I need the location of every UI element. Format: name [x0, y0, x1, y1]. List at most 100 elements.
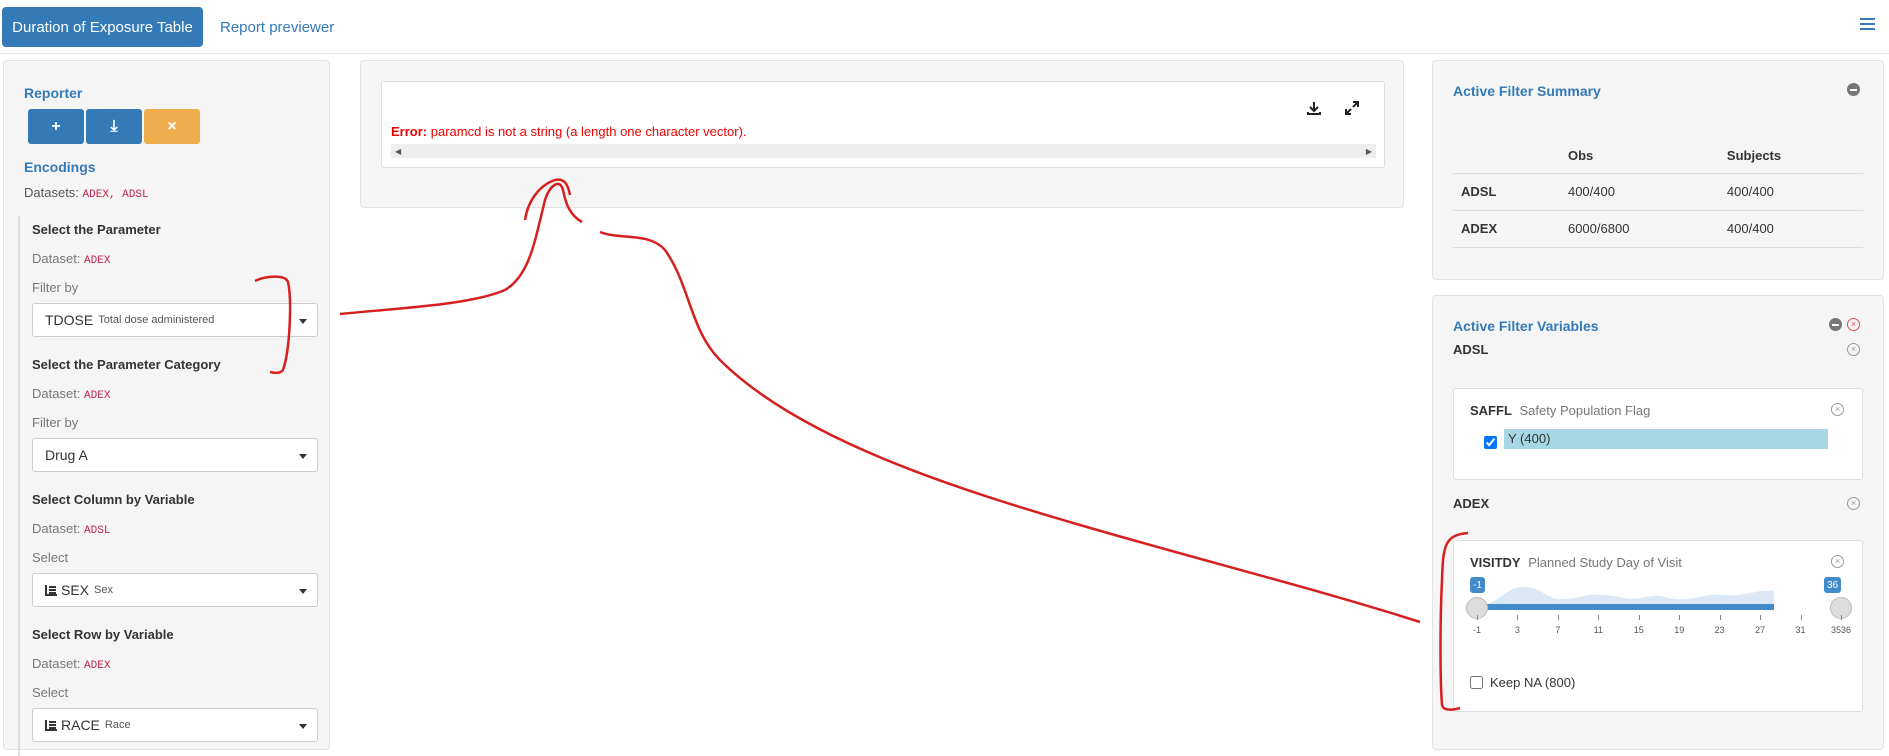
error-text: paramcd is not a string (a length one ch…: [430, 124, 747, 139]
caret-down-icon: [299, 589, 307, 594]
section-title: Select Row by Variable: [32, 627, 174, 642]
saffl-name: SAFFL: [1470, 403, 1512, 418]
filter-label: Select: [32, 685, 69, 700]
select-sub: Total dose administered: [98, 314, 215, 326]
slider-tick: [1679, 615, 1681, 620]
tab-report-previewer[interactable]: Report previewer: [220, 7, 334, 47]
dataset-value: ADSL: [84, 525, 111, 537]
add-card-button[interactable]: +: [28, 109, 84, 144]
top-navbar: Duration of Exposure Table Report previe…: [0, 0, 1889, 54]
remove-visitdy-icon[interactable]: ×: [1831, 555, 1844, 568]
slider-tick-label: 23: [1714, 625, 1725, 635]
slider-tick: [1760, 615, 1762, 620]
dataset-line: Dataset: ADEX: [32, 386, 110, 402]
parameter-category-select[interactable]: Drug A: [32, 438, 318, 472]
download-report-button[interactable]: ⤓: [86, 109, 142, 144]
output-panel: Error: paramcd is not a string (a length…: [360, 60, 1404, 208]
adex-dataset-label: ADEX: [1453, 496, 1490, 511]
download-icon[interactable]: [1306, 100, 1322, 116]
filter-variables-panel: Active Filter Variables × ADSL × SAFFL S…: [1432, 295, 1884, 750]
slider-tick-label: 3: [1514, 625, 1520, 635]
encodings-title[interactable]: Encodings: [24, 159, 96, 175]
saffl-y-option[interactable]: Y (400): [1504, 429, 1828, 449]
slider-tick: [1598, 615, 1600, 620]
filter-label: Select: [32, 550, 69, 565]
slider-tick-label: 27: [1755, 625, 1766, 635]
parameter-category-section: Select the Parameter Category Dataset: A…: [18, 351, 324, 486]
row-subjects: 400/400: [1718, 210, 1863, 248]
plus-icon: +: [51, 117, 61, 135]
caret-down-icon: [299, 319, 307, 324]
slider-tick: [1800, 615, 1802, 620]
slider-tick-label: 7: [1555, 625, 1561, 635]
column-variable-select[interactable]: SEX Sex: [32, 573, 318, 607]
datasets-label: Datasets:: [24, 185, 79, 200]
section-title: Select the Parameter Category: [32, 357, 221, 372]
visitdy-range-track[interactable]: [1476, 604, 1774, 610]
scroll-right-icon[interactable]: ▶: [1366, 147, 1372, 156]
menu-icon[interactable]: [1860, 18, 1875, 31]
saffl-filter-card: SAFFL Safety Population Flag × Y (400): [1453, 388, 1863, 480]
filter-label: Filter by: [32, 280, 79, 295]
filter-variables-title[interactable]: Active Filter Variables: [1453, 318, 1599, 334]
parameter-select[interactable]: TDOSE Total dose administered: [32, 303, 318, 337]
error-label: Error:: [391, 124, 428, 139]
filter-summary-title[interactable]: Active Filter Summary: [1453, 83, 1601, 99]
dataset-label: Dataset:: [32, 251, 81, 266]
saffl-y-checkbox[interactable]: [1484, 436, 1497, 449]
collapse-icon[interactable]: [1829, 318, 1842, 331]
section-title: Select the Parameter: [32, 222, 161, 237]
close-icon: ×: [167, 117, 177, 135]
caret-down-icon: [299, 454, 307, 459]
parameter-section: Select the Parameter Dataset: ADEX Filte…: [18, 216, 324, 351]
table-header-row: Obs Subjects: [1453, 139, 1863, 174]
slider-tick: [1638, 615, 1640, 620]
horizontal-scrollbar[interactable]: ◀ ▶: [391, 144, 1376, 158]
dataset-value: ADEX: [84, 390, 111, 402]
collapse-icon[interactable]: [1847, 83, 1860, 96]
visitdy-name: VISITDY: [1470, 555, 1521, 570]
remove-all-icon[interactable]: ×: [1847, 318, 1860, 331]
expand-icon[interactable]: [1344, 100, 1360, 116]
scroll-left-icon[interactable]: ◀: [395, 147, 401, 156]
slider-tick-label: -1: [1472, 625, 1482, 635]
saffl-header: SAFFL Safety Population Flag: [1470, 403, 1650, 418]
keep-na-checkbox[interactable]: [1470, 676, 1483, 689]
section-title: Select Column by Variable: [32, 492, 195, 507]
row-obs: 6000/6800: [1559, 210, 1719, 248]
bar-chart-icon: [45, 584, 57, 596]
row-name: ADSL: [1453, 173, 1560, 211]
slider-tick: [1477, 615, 1478, 620]
slider-tick-label: 11: [1593, 625, 1603, 635]
obs-header: Obs: [1559, 139, 1719, 174]
row-variable-select[interactable]: RACE Race: [32, 708, 318, 742]
remove-saffl-icon[interactable]: ×: [1831, 403, 1844, 416]
reporter-title[interactable]: Reporter: [24, 85, 82, 101]
slider-tick: [1517, 615, 1519, 620]
select-value: TDOSE: [45, 312, 94, 328]
adsl-dataset-label: ADSL: [1453, 342, 1489, 357]
remove-adsl-icon[interactable]: ×: [1847, 343, 1860, 356]
row-obs: 400/400: [1559, 173, 1719, 211]
tab-duration-of-exposure[interactable]: Duration of Exposure Table: [2, 7, 203, 47]
select-value: RACE: [61, 717, 100, 733]
filter-label: Filter by: [32, 415, 79, 430]
visitdy-desc: Planned Study Day of Visit: [1528, 555, 1682, 570]
reset-report-button[interactable]: ×: [144, 109, 200, 144]
slider-tick-label: 19: [1674, 625, 1685, 635]
dataset-label: Dataset:: [32, 656, 81, 671]
datasets-line: Datasets: ADEX, ADSL: [24, 185, 149, 201]
filter-summary-table: Obs Subjects ADSL 400/400 400/400 ADEX 6…: [1453, 139, 1863, 248]
slider-tick-label: 3536: [1830, 625, 1852, 635]
dataset-value: ADEX: [84, 660, 111, 672]
visitdy-filter-card: VISITDY Planned Study Day of Visit × -1 …: [1453, 540, 1863, 712]
dataset-line: Dataset: ADEX: [32, 251, 110, 267]
slider-tick-label: 15: [1633, 625, 1644, 635]
slider-tick: [1719, 615, 1721, 620]
bar-chart-icon: [45, 719, 57, 731]
error-message: Error: paramcd is not a string (a length…: [391, 124, 747, 139]
slider-tick-label: 31: [1795, 625, 1806, 635]
dataset-value: ADEX: [84, 255, 111, 267]
remove-adex-icon[interactable]: ×: [1847, 497, 1860, 510]
dataset-line: Dataset: ADSL: [32, 521, 110, 537]
